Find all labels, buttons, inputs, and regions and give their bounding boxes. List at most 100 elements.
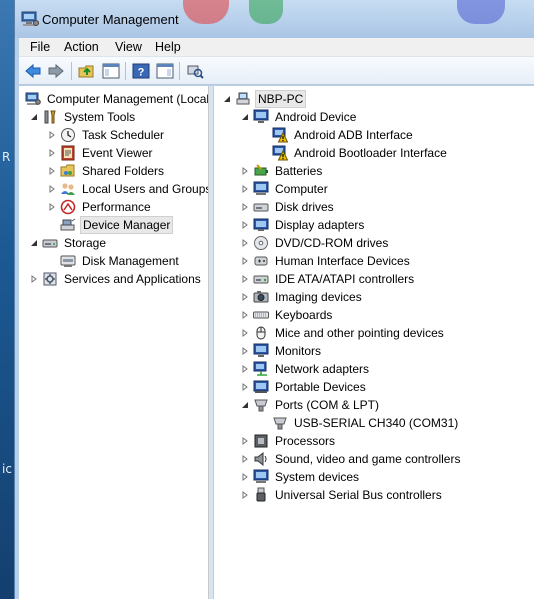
device-category-ide-ata-atapi-controllers[interactable]: IDE ATA/ATAPI controllers [240,270,416,288]
device-category-network-adapters[interactable]: Network adapters [240,360,371,378]
expand-arrow-icon[interactable] [240,473,249,482]
expand-arrow-icon[interactable] [240,203,249,212]
expand-arrow-icon[interactable] [47,149,56,158]
tree-item-task-scheduler[interactable]: Task Scheduler [47,126,166,144]
tree-item-disk-management[interactable]: Disk Management [47,252,181,270]
tree-item-shared-folders[interactable]: Shared Folders [47,162,166,180]
portable-device-icon [253,379,269,395]
device-category-usb-controllers[interactable]: Universal Serial Bus controllers [240,486,444,504]
computer-icon [253,181,269,197]
device-android-adb-interface[interactable]: Android ADB Interface [259,126,415,144]
forward-arrow-icon[interactable] [45,61,67,81]
disk-drive-icon [253,199,269,215]
title-bar[interactable]: Computer Management [15,0,534,38]
tree-item-label: Performance [82,200,151,214]
device-category-human-interface-devices[interactable]: Human Interface Devices [240,252,412,270]
device-category-disk-drives[interactable]: Disk drives [240,198,336,216]
collapse-arrow-icon[interactable] [29,113,38,122]
help-icon[interactable]: ? [130,61,152,81]
device-category-computer[interactable]: Computer [240,180,330,198]
tree-item-label: Shared Folders [82,164,165,178]
console-tree-pane[interactable]: Computer Management (Local System Tools … [19,86,209,599]
device-category-batteries[interactable]: Batteries [240,162,324,180]
tree-item-local-users-and-groups[interactable]: Local Users and Groups [47,180,209,198]
device-category-imaging-devices[interactable]: Imaging devices [240,288,364,306]
services-icon [42,271,58,287]
tree-item-performance[interactable]: Performance [47,198,153,216]
device-category-sound-video-game[interactable]: Sound, video and game controllers [240,450,462,468]
expand-arrow-icon[interactable] [240,293,249,302]
expand-arrow-icon[interactable] [240,437,249,446]
expand-arrow-icon[interactable] [240,455,249,464]
tree-item-storage[interactable]: Storage [29,234,108,252]
device-category-android-device[interactable]: Android Device [240,108,358,126]
expand-arrow-icon[interactable] [240,221,249,230]
tree-item-label: Computer Management (Local [47,92,209,106]
computer-management-icon [25,91,41,107]
expand-arrow-icon[interactable] [240,275,249,284]
toolbar-separator [125,62,126,80]
device-tree-pane[interactable]: NBP-PC Android Device Android ADB Interf… [213,86,534,599]
expand-arrow-icon[interactable] [240,311,249,320]
expand-arrow-icon[interactable] [47,185,56,194]
expand-arrow-icon[interactable] [240,257,249,266]
expand-arrow-icon[interactable] [29,275,38,284]
collapse-arrow-icon[interactable] [29,239,38,248]
device-usb-serial-ch340[interactable]: USB-SERIAL CH340 (COM31) [259,414,460,432]
device-category-keyboards[interactable]: Keyboards [240,306,334,324]
device-category-system-devices[interactable]: System devices [240,468,361,486]
tree-item-label: Processors [275,434,336,448]
tree-item-label: Storage [64,236,107,250]
show-action-pane-icon[interactable] [154,61,176,81]
desktop-artifact [183,0,229,24]
svg-text:?: ? [138,67,145,79]
tree-item-label: NBP-PC [255,90,307,108]
expand-arrow-icon[interactable] [240,167,249,176]
device-android-bootloader-interface[interactable]: Android Bootloader Interface [259,144,449,162]
menu-help[interactable]: Help [150,40,186,54]
clock-icon [60,127,76,143]
expand-arrow-icon[interactable] [240,383,249,392]
tree-item-label: Portable Devices [275,380,366,394]
tree-item-label: Task Scheduler [82,128,165,142]
show-hide-console-tree-icon[interactable] [100,61,122,81]
expand-arrow-icon[interactable] [240,365,249,374]
collapse-arrow-icon[interactable] [240,113,249,122]
expand-arrow-icon[interactable] [240,239,249,248]
device-category-monitors[interactable]: Monitors [240,342,323,360]
scan-hardware-icon[interactable] [184,61,206,81]
device-category-mice[interactable]: Mice and other pointing devices [240,324,446,342]
tree-item-label: IDE ATA/ATAPI controllers [275,272,415,286]
up-folder-icon[interactable] [76,61,98,81]
expand-arrow-icon[interactable] [47,167,56,176]
expand-arrow-icon[interactable] [47,203,56,212]
expand-arrow-icon[interactable] [240,347,249,356]
tree-item-event-viewer[interactable]: Event Viewer [47,144,154,162]
collapse-arrow-icon[interactable] [222,95,231,104]
device-category-processors[interactable]: Processors [240,432,337,450]
device-category-portable-devices[interactable]: Portable Devices [240,378,368,396]
menu-action[interactable]: Action [59,40,104,54]
device-tree-root[interactable]: NBP-PC [222,90,307,108]
back-arrow-icon[interactable] [22,61,44,81]
computer-management-icon [21,11,39,27]
desktop-artifact [457,0,505,24]
expand-arrow-icon[interactable] [240,491,249,500]
expand-arrow-icon[interactable] [240,329,249,338]
tree-item-label: Local Users and Groups [82,182,209,196]
device-category-dvd-cd-rom-drives[interactable]: DVD/CD-ROM drives [240,234,390,252]
tree-item-system-tools[interactable]: System Tools [29,108,137,126]
collapse-arrow-icon[interactable] [240,401,249,410]
device-category-ports[interactable]: Ports (COM & LPT) [240,396,381,414]
device-category-display-adapters[interactable]: Display adapters [240,216,366,234]
tree-item-computer-management[interactable]: Computer Management (Local [25,90,209,108]
computer-management-window: Computer Management File Action View Hel… [14,0,534,599]
tree-item-device-manager[interactable]: Device Manager [47,216,174,234]
tree-item-services-and-applications[interactable]: Services and Applications [29,270,203,288]
expand-arrow-icon[interactable] [240,185,249,194]
expand-arrow-icon[interactable] [47,131,56,140]
computer-icon [235,91,251,107]
menu-view[interactable]: View [110,40,147,54]
menu-file[interactable]: File [25,40,55,54]
tree-item-label: Ports (COM & LPT) [275,398,380,412]
